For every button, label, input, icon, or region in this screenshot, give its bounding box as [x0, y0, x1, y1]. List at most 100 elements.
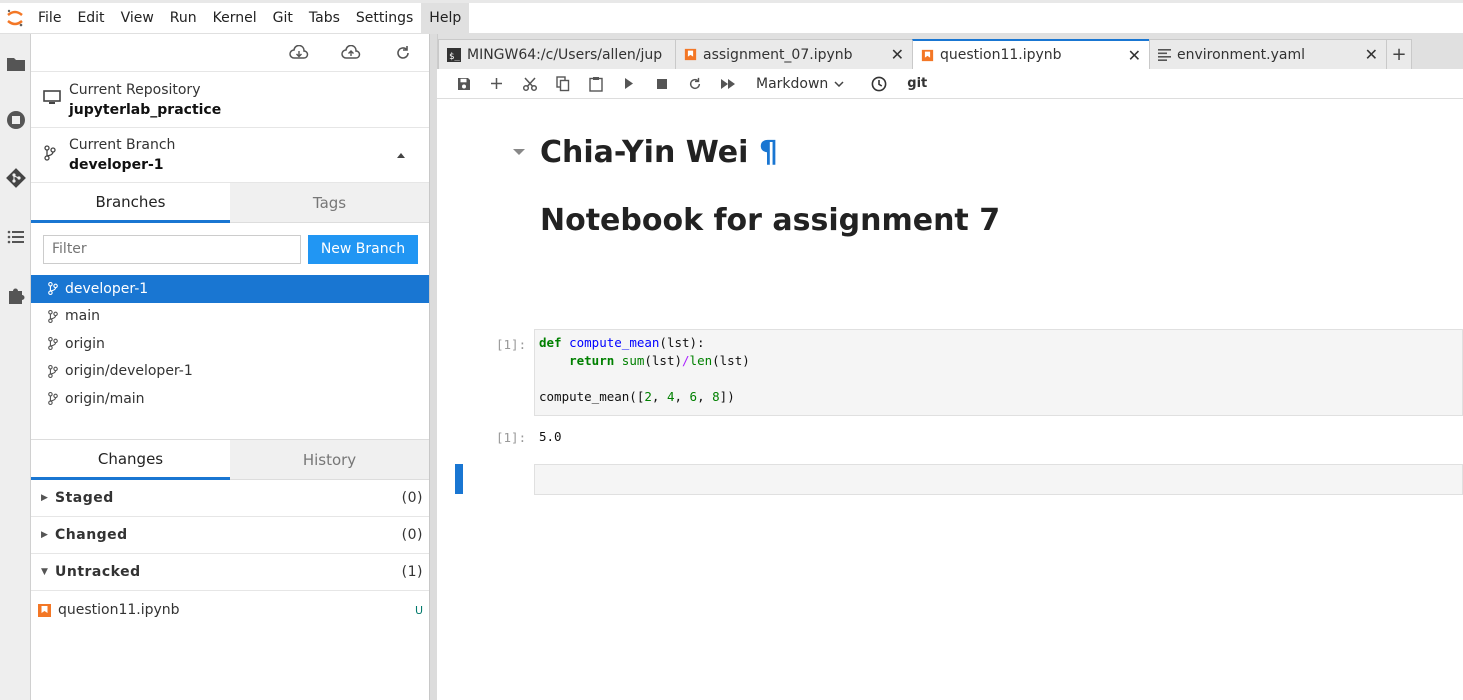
fast-forward-icon[interactable] — [711, 72, 744, 96]
notebook-icon — [921, 49, 934, 61]
collapse-heading-icon[interactable] — [513, 149, 525, 155]
panel-splitter[interactable] — [429, 34, 437, 700]
section-untracked[interactable]: ▼ Untracked (1) — [31, 554, 429, 591]
section-staged[interactable]: ▶ Staged (0) — [31, 480, 429, 517]
tab-title: question11.ipynb — [940, 47, 1062, 63]
branch-icon — [43, 145, 69, 165]
output-prompt: [1]: — [496, 430, 527, 445]
branch-icon — [48, 282, 58, 296]
section-changed[interactable]: ▶ Changed (0) — [31, 517, 429, 554]
menu-view[interactable]: View — [113, 3, 162, 33]
tab-title: environment.yaml — [1177, 46, 1306, 63]
main-area: $_ MINGW64:/c/Users/allen/jup assignment… — [437, 34, 1463, 700]
tab-assignment-07[interactable]: assignment_07.ipynb ✕ — [675, 39, 913, 69]
branch-icon — [48, 364, 58, 378]
save-icon[interactable] — [447, 72, 480, 96]
notebook-content: Chia-Yin Wei ¶ Notebook for assignment 7… — [437, 99, 1463, 699]
section-label: Staged — [55, 490, 114, 506]
notebook-icon — [684, 48, 697, 61]
tab-title: assignment_07.ipynb — [703, 46, 853, 63]
menu-edit[interactable]: Edit — [69, 3, 112, 33]
cloud-upload-icon[interactable] — [339, 41, 363, 65]
code-cell[interactable]: def compute_mean(lst): return sum(lst)/l… — [534, 329, 1463, 416]
puzzle-icon[interactable] — [0, 277, 31, 313]
branch-filter-row: New Branch — [31, 223, 429, 275]
branch-item-label: origin/main — [65, 390, 145, 407]
branch-list: developer-1 main origin origin/developer… — [31, 275, 429, 440]
close-icon[interactable]: ✕ — [1128, 46, 1141, 65]
notebook-icon — [38, 603, 51, 617]
heading-subtitle: Notebook for assignment 7 — [540, 203, 1001, 238]
tab-terminal[interactable]: $_ MINGW64:/c/Users/allen/jup — [438, 39, 676, 69]
heading-title: Chia-Yin Wei ¶ — [540, 135, 778, 170]
tab-tags[interactable]: Tags — [230, 183, 429, 223]
repository-label: Current Repository — [69, 81, 201, 98]
branch-item-origin[interactable]: origin — [31, 330, 429, 358]
close-icon[interactable]: ✕ — [891, 45, 904, 64]
tab-question11[interactable]: question11.ipynb ✕ — [912, 39, 1150, 69]
branch-label: Current Branch — [69, 137, 176, 153]
refresh-icon[interactable] — [391, 41, 415, 65]
add-tab-button[interactable]: + — [1386, 39, 1412, 69]
document-tab-bar: $_ MINGW64:/c/Users/allen/jup assignment… — [437, 34, 1463, 69]
jupyter-logo-icon — [0, 3, 30, 33]
add-cell-icon[interactable] — [480, 72, 513, 96]
section-count: (0) — [401, 527, 423, 543]
branch-item-main[interactable]: main — [31, 303, 429, 331]
anchor-link[interactable]: ¶ — [759, 135, 778, 170]
untracked-file-item[interactable]: question11.ipynb U — [31, 591, 429, 629]
new-branch-button[interactable]: New Branch — [308, 234, 418, 264]
chevron-down-icon — [834, 80, 844, 87]
copy-icon[interactable] — [546, 72, 579, 96]
tab-title: MINGW64:/c/Users/allen/jup — [467, 46, 663, 63]
git-button[interactable]: git — [907, 76, 927, 91]
branch-item-origin-developer-1[interactable]: origin/developer-1 — [31, 358, 429, 386]
branch-item-origin-main[interactable]: origin/main — [31, 385, 429, 413]
paste-icon[interactable] — [579, 72, 612, 96]
stop-icon[interactable] — [645, 72, 678, 96]
branch-item-label: origin — [65, 335, 105, 352]
section-label: Untracked — [55, 564, 141, 580]
branch-icon — [48, 309, 58, 323]
list-icon[interactable] — [0, 219, 31, 255]
tab-environment-yaml[interactable]: environment.yaml ✕ — [1149, 39, 1387, 69]
restart-icon[interactable] — [678, 72, 711, 96]
text-file-icon — [1158, 49, 1171, 61]
cut-icon[interactable] — [513, 72, 546, 96]
branch-item-developer-1[interactable]: developer-1 — [31, 275, 429, 303]
folder-icon[interactable] — [0, 46, 31, 82]
close-icon[interactable]: ✕ — [1365, 45, 1378, 64]
desktop-icon — [43, 89, 69, 110]
changes-tabs: Changes History — [31, 440, 429, 480]
tab-changes[interactable]: Changes — [31, 440, 230, 480]
tab-history[interactable]: History — [230, 440, 429, 480]
notebook-toolbar: Markdown git — [437, 69, 1463, 99]
git-icon[interactable] — [0, 160, 31, 196]
current-branch[interactable]: Current Branch developer-1 — [31, 128, 429, 183]
cloud-download-icon[interactable] — [287, 41, 311, 65]
menu-run[interactable]: Run — [162, 3, 205, 33]
active-cell-indicator — [455, 464, 463, 494]
menu-bar: File Edit View Run Kernel Git Tabs Setti… — [0, 0, 1463, 34]
menu-kernel[interactable]: Kernel — [205, 3, 265, 33]
code-line: compute_mean([2, 4, 6, 8]) — [539, 389, 735, 404]
run-icon[interactable] — [612, 72, 645, 96]
clock-icon[interactable] — [862, 72, 895, 96]
menu-git[interactable]: Git — [265, 3, 301, 33]
file-status-badge: U — [414, 603, 423, 617]
tab-branches[interactable]: Branches — [31, 183, 230, 223]
input-prompt: [1]: — [496, 337, 527, 352]
menu-settings[interactable]: Settings — [348, 3, 421, 33]
cell-type-select[interactable]: Markdown — [756, 76, 844, 92]
branch-name: developer-1 — [69, 157, 164, 173]
current-repository[interactable]: Current Repository jupyterlab_practice — [31, 72, 429, 128]
cell-output: 5.0 — [539, 429, 562, 444]
menu-tabs[interactable]: Tabs — [301, 3, 348, 33]
menu-help[interactable]: Help — [421, 3, 470, 33]
stop-circle-icon[interactable] — [0, 102, 31, 138]
collapse-caret-icon[interactable] — [397, 153, 405, 158]
svg-text:$_: $_ — [449, 52, 460, 62]
empty-code-cell[interactable] — [534, 464, 1463, 495]
branch-filter-input[interactable] — [43, 234, 301, 264]
menu-file[interactable]: File — [30, 3, 69, 33]
